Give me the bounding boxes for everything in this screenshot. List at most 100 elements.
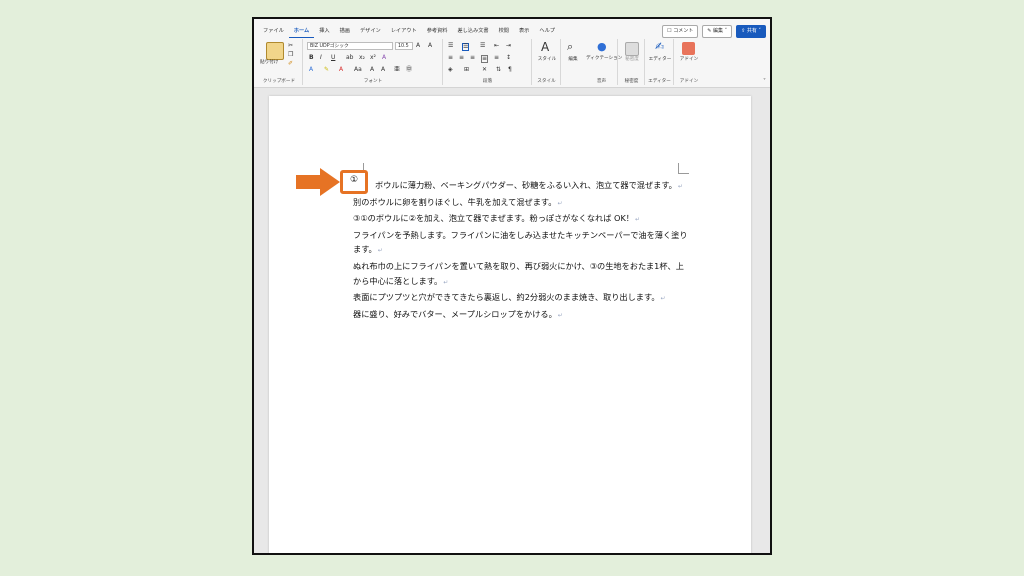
font-size-aa-icon[interactable]: Aa <box>354 67 362 73</box>
copy-icon[interactable]: ❐ <box>288 52 293 58</box>
bold-icon[interactable]: B <box>309 55 314 61</box>
text-effects-icon[interactable]: A <box>309 67 313 73</box>
addins-label: アドイン <box>679 57 699 62</box>
font-color-icon[interactable]: A <box>339 67 343 73</box>
align-right-icon[interactable]: ≡ <box>470 55 475 61</box>
group-styles: A スタイル スタイル <box>533 39 561 85</box>
tab-mailings[interactable]: 差し込み文書 <box>452 26 493 37</box>
justify-icon[interactable]: ≡ <box>481 55 489 63</box>
sensitivity-label: 秘密度 <box>625 57 639 62</box>
format-painter-icon[interactable]: ✐ <box>288 61 293 67</box>
doc-line-7: から中心に落とします。↵ <box>353 274 688 291</box>
doc-line-text: ます。 <box>353 244 377 255</box>
microphone-icon[interactable]: ● <box>597 41 607 52</box>
grow-font-icon[interactable]: A <box>416 43 420 49</box>
tab-design[interactable]: デザイン <box>355 26 386 37</box>
show-marks-icon[interactable]: ¶ <box>508 67 512 73</box>
change-case-icon[interactable]: A <box>428 43 432 49</box>
align-center-icon[interactable]: ≡ <box>459 55 464 61</box>
doc-line-1: ボウルに薄力粉、ベーキングパウダー、砂糖をふるい入れ、泡立て器で混ぜます。↵ <box>353 178 688 195</box>
paragraph-mark-icon: ↵ <box>660 295 666 303</box>
ribbon: ファイル ホーム 挿入 描画 デザイン レイアウト 参考資料 差し込み文書 校閲… <box>254 19 770 88</box>
tab-home[interactable]: ホーム <box>288 26 315 38</box>
doc-line-5: ます。↵ <box>353 242 688 259</box>
ribbon-tabs: ファイル ホーム 挿入 描画 デザイン レイアウト 参考資料 差し込み文書 校閲… <box>258 26 560 38</box>
styles-label: スタイル <box>537 57 557 62</box>
tab-draw[interactable]: 描画 <box>335 26 355 37</box>
paste-icon[interactable] <box>266 42 284 60</box>
paragraph-mark-icon: ↵ <box>677 183 683 190</box>
editor-icon[interactable]: ✍ <box>655 41 664 52</box>
italic-icon[interactable]: I <box>320 55 322 61</box>
doc-line-text: フライパンを予熱します。フライパンに油をしみ込ませたキッチンペーパーで油を薄く塗… <box>353 229 688 240</box>
multilevel-list-icon[interactable]: ☰ <box>480 43 485 49</box>
shrink-icon[interactable]: A <box>381 67 385 73</box>
tab-references[interactable]: 参考資料 <box>422 26 453 37</box>
paragraph-mark-icon: ↵ <box>443 278 449 286</box>
line-spacing-icon[interactable]: ↕ <box>506 55 511 61</box>
distribute-icon[interactable]: ≡ <box>494 55 499 61</box>
group-font: BIZ UDPゴシック 10.5 A A B I U ab x₂ x² A A … <box>304 39 443 85</box>
tab-view[interactable]: 表示 <box>514 26 534 37</box>
highlighted-list-marker: ① <box>340 170 368 194</box>
paragraph-mark-icon: ↵ <box>557 311 563 319</box>
subscript-icon[interactable]: x₂ <box>359 55 365 61</box>
grow-icon[interactable]: A <box>370 67 374 73</box>
edit-mode-button[interactable]: ✎ 編集 ˅ <box>702 25 733 38</box>
font-size-select[interactable]: 10.5 <box>395 42 413 50</box>
doc-line-text: から中心に落とします。 <box>353 275 443 286</box>
doc-line-text: ③①のボウルに②を加え、泡立て器でまぜます。粉っぽさがなくなれば OK！ <box>353 213 634 224</box>
styles-icon[interactable]: A <box>541 41 549 53</box>
borders-icon[interactable]: ⊞ <box>464 67 469 73</box>
doc-line-text: 別のボウルに卵を割りほぐし、牛乳を加えて混ぜます。 <box>353 196 557 207</box>
document-body[interactable]: ボウルに薄力粉、ベーキングパウダー、砂糖をふるい入れ、泡立て器で混ぜます。↵ 別… <box>353 178 688 323</box>
pointer-arrow-icon <box>296 168 340 196</box>
decrease-indent-icon[interactable]: ⇤ <box>494 43 499 49</box>
doc-line-text: 表面にプツプツと穴ができてきたら裏返し、約2分弱火のまま焼き、取り出します。 <box>353 292 660 303</box>
doc-line-9: 器に盛り、好みでバター、メープルシロップをかける。↵ <box>353 307 688 324</box>
tab-review[interactable]: 校閲 <box>494 26 514 37</box>
doc-line-text: ぬれ布巾の上にフライパンを置いて熱を取り、再び弱火にかけ、③の生地をおたま1杯、… <box>353 260 684 271</box>
highlight-icon[interactable]: ✎ <box>324 67 329 73</box>
document-page[interactable]: ボウルに薄力粉、ベーキングパウダー、砂糖をふるい入れ、泡立て器で混ぜます。↵ 別… <box>269 96 751 553</box>
shading-icon[interactable]: ◈ <box>448 67 453 73</box>
increase-indent-icon[interactable]: ⇥ <box>506 43 511 49</box>
margin-corner-top-right <box>678 163 689 174</box>
sensitivity-icon[interactable] <box>625 42 639 56</box>
doc-line-text: 器に盛り、好みでバター、メープルシロップをかける。 <box>353 308 557 319</box>
tab-help[interactable]: ヘルプ <box>534 26 560 37</box>
tab-file[interactable]: ファイル <box>258 26 289 37</box>
group-editing: ⌕ 編集 <box>562 39 584 85</box>
comment-button[interactable]: ☐ コメント <box>662 25 699 38</box>
top-right-buttons: ☐ コメント ✎ 編集 ˅ ⇪ 共有 ˅ <box>662 25 766 38</box>
share-label: 共有 <box>746 28 757 34</box>
editing-label: 編集 <box>568 57 578 62</box>
font-name-select[interactable]: BIZ UDPゴシック <box>307 42 393 50</box>
strikethrough-icon[interactable]: ab <box>346 55 354 61</box>
share-button[interactable]: ⇪ 共有 ˅ <box>736 25 766 38</box>
superscript-icon[interactable]: x² <box>370 55 376 61</box>
group-clipboard: 貼り付け ✂ ❐ ✐ クリップボード <box>256 39 303 85</box>
addins-icon[interactable] <box>682 42 695 55</box>
cut-icon[interactable]: ✂ <box>288 43 293 49</box>
numbering-icon[interactable]: ☰ <box>462 43 470 51</box>
sort-icon[interactable]: ⇅ <box>496 67 501 73</box>
voice-group-label: 音声 <box>596 79 607 84</box>
find-icon[interactable]: ⌕ <box>567 41 573 52</box>
addins-group-label: アドイン <box>679 79 699 84</box>
font-group-label: フォント <box>363 79 383 84</box>
tab-insert[interactable]: 挿入 <box>314 26 334 37</box>
enclose-icon[interactable]: ㊥ <box>406 67 412 73</box>
bullets-icon[interactable]: ☰ <box>448 43 453 49</box>
clear-format-icon[interactable]: A <box>382 55 386 61</box>
group-sensitivity: 秘密度 秘密度 <box>619 39 645 85</box>
word-window: ファイル ホーム 挿入 描画 デザイン レイアウト 参考資料 差し込み文書 校閲… <box>252 17 772 555</box>
align-left-icon[interactable]: ≡ <box>448 55 453 61</box>
asian-layout-icon[interactable]: ✕ <box>482 67 487 73</box>
tab-layout[interactable]: レイアウト <box>386 26 422 37</box>
collapse-ribbon-icon[interactable]: ˅ <box>763 78 766 85</box>
underline-icon[interactable]: U <box>331 55 335 61</box>
editor-group-label: エディター <box>648 79 671 84</box>
clipboard-group-label: クリップボード <box>262 79 296 84</box>
phonetic-icon[interactable]: 亜 <box>394 67 400 73</box>
